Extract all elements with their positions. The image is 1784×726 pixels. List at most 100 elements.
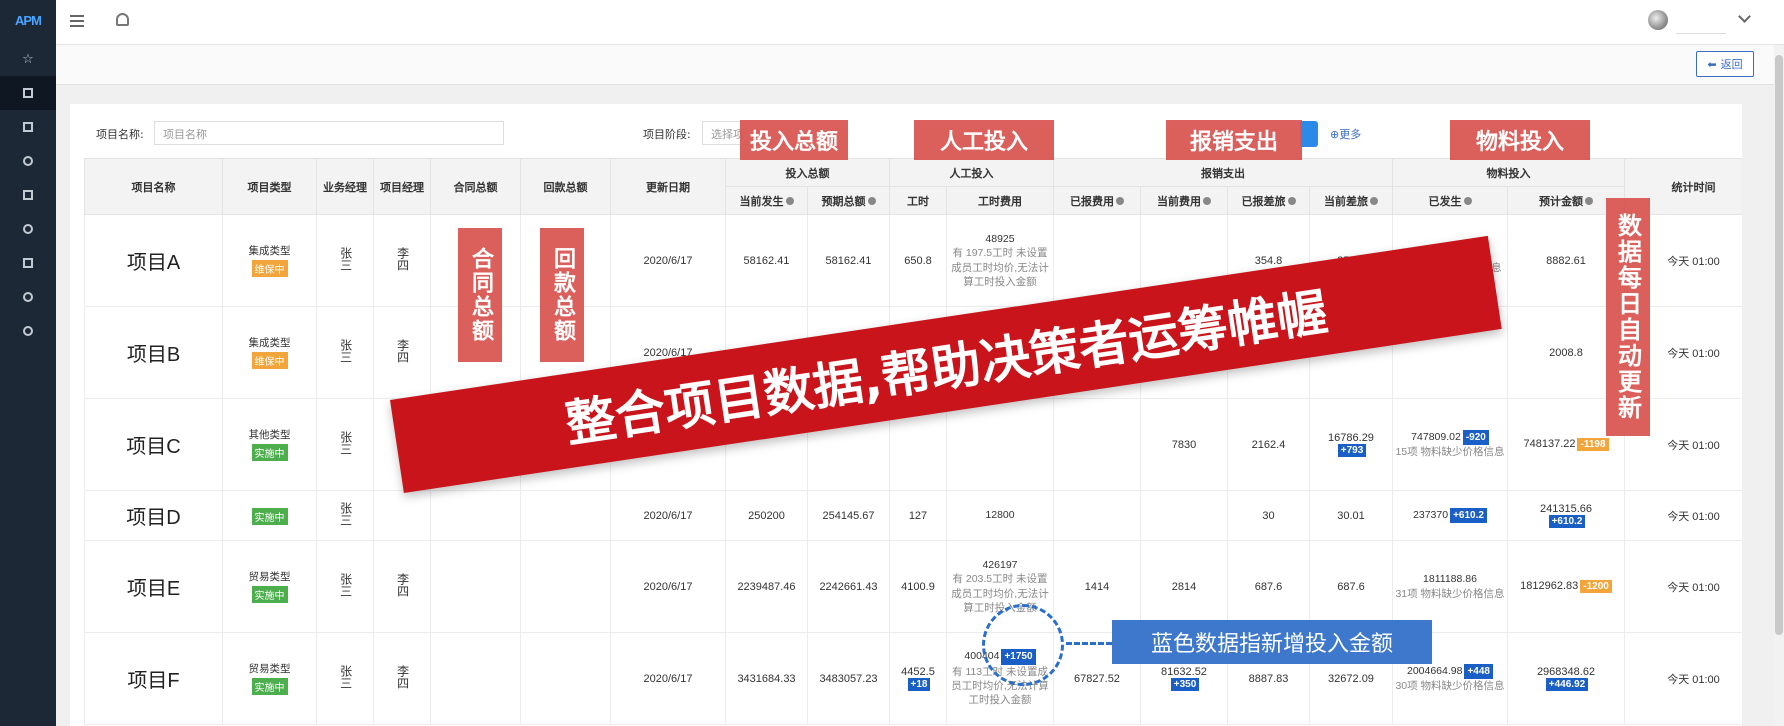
project-name[interactable]: 项目C [126,436,181,458]
cell-pm: 李四 [373,632,431,725]
delta-badge: +448 [1464,663,1493,680]
sidebar-item-briefcase[interactable] [0,110,56,144]
sidebar-item-desktop[interactable] [0,246,56,280]
sidebar-item-cart[interactable] [0,178,56,212]
sidebar-item-favorites[interactable]: ☆ [0,42,56,76]
col-cur-travel[interactable]: 当前差旅 [1309,186,1393,215]
cell-type: 集成类型 维保中 [222,306,317,399]
sidebar-item-projects[interactable] [0,76,56,110]
cell-expected: 254145.67 [807,490,890,541]
cell-est: 2968348.62 +446.92 [1507,632,1625,725]
col-name[interactable]: 项目名称 [84,158,223,215]
col-proj-manager[interactable]: 项目经理 [373,158,431,215]
cell-pm: 李四 [373,214,431,307]
cell-cur-travel: 16786.29 +793 [1309,398,1393,491]
sidebar-item-chat[interactable] [0,314,56,348]
cell-hours: 4100.9 [889,540,947,633]
cell-date: 2020/6/17 [610,490,726,541]
cell-cur-cost: 2814 [1140,540,1228,633]
sub-toolbar: ⬅ 返回 [56,45,1784,85]
cell-date: 2020/6/17 [610,540,726,633]
cell-contract [430,490,521,541]
annotation-auto-update: 数据每日自动更新 [1606,198,1650,436]
cell-type: 实施中 [222,490,317,541]
cell-hour-cost: 12800 [946,490,1054,541]
project-name[interactable]: 项目E [126,578,181,600]
star-icon: ☆ [22,51,34,67]
cell-pm: 李四 [373,306,431,399]
table-row[interactable]: 项目F 贸易类型 实施中 张三 李四 2020/6/17 3431684.33 3483057… [84,632,1742,725]
cell-biz: 张三 [316,398,374,491]
col-hours[interactable]: 工时 [889,186,947,215]
delta-badge: +610.2 [1548,515,1586,528]
cell-occurred: 1811188.86 31项 物料缺少价格信息 [1392,540,1508,633]
gear-icon [23,292,33,302]
delta-badge: -1198 [1577,438,1609,451]
delta-badge: +446.92 [1545,678,1589,691]
col-contract[interactable]: 合同总额 [430,158,521,215]
plus-circle-icon: ⊕ [1330,128,1340,141]
col-payback[interactable]: 回款总额 [520,158,611,215]
project-name[interactable]: 项目D [126,507,181,529]
page-scrollbar[interactable] [1774,45,1784,726]
col-hour-cost[interactable]: 工时费用 [946,186,1054,215]
info-icon [867,196,876,205]
cell-cur: 58162.41 [725,214,808,307]
info-icon [1370,196,1378,205]
filter-stage-label: 项目阶段: [643,128,691,141]
cell-type: 集成类型 维保中 [222,214,317,307]
table-row[interactable]: 项目E 贸易类型 实施中 张三 李四 2020/6/17 2239487.46 2242661… [84,540,1742,633]
project-name-input[interactable]: 项目名称 [154,121,504,145]
menu-icon[interactable] [70,15,84,27]
cell-occurred: 747809.02 -920 15项 物料缺少价格信息 [1392,398,1508,491]
briefcase-icon [23,122,33,132]
cell-expected: 58162.41 [807,214,890,307]
info-icon [1287,196,1296,205]
sidebar-item-settings[interactable] [0,280,56,314]
cell-name: 项目C [84,398,223,491]
cell-est: 241315.66 +610.2 [1507,490,1625,541]
callout-line [1066,642,1112,645]
status-badge: 实施中 [251,444,288,462]
col-reported-cost[interactable]: 已报费用 [1053,186,1141,215]
cell-name: 项目D [84,490,223,541]
app-logo: APM [15,12,42,28]
project-name[interactable]: 项目F [127,670,180,692]
col-cur-cost[interactable]: 当前费用 [1140,186,1228,215]
avatar[interactable] [1648,10,1668,30]
col-update-date[interactable]: 更新日期 [610,158,726,215]
bell-icon[interactable] [116,13,129,26]
cell-expected: 3483057.23 [807,632,890,725]
sidebar-item-database[interactable] [0,212,56,246]
cell-rep-cost: 1414 [1053,540,1141,633]
cell-hours: 4452.5 +18 [889,632,947,725]
more-filters-link[interactable]: ⊕更多 [1330,126,1361,142]
chevron-down-icon[interactable] [1738,10,1751,23]
cell-rep-travel: 30 [1227,490,1310,541]
username[interactable] [1676,10,1726,34]
cell-hours: 650.8 [889,214,947,307]
cell-stat: 今天 01:00 [1624,540,1742,633]
cell-pm [373,490,431,541]
project-name[interactable]: 项目B [126,344,181,366]
monitor-icon [23,88,33,98]
delta-badge: +18 [907,678,931,691]
col-biz-manager[interactable]: 业务经理 [316,158,374,215]
group-reimburse: 报销支出 [1053,158,1393,187]
project-name[interactable]: 项目A [126,252,181,274]
col-occurred[interactable]: 已发生 [1392,186,1508,215]
search-button[interactable] [1300,121,1318,147]
cell-date: 2020/6/17 [610,214,726,307]
cell-contract [430,632,521,725]
table-row[interactable]: 项目D 实施中 张三 2020/6/17 250200 254145.67 127 12800… [84,490,1742,541]
info-icon [1116,196,1124,205]
col-cur-occur[interactable]: 当前发生 [725,186,808,215]
col-reported-travel[interactable]: 已报差旅 [1227,186,1310,215]
cell-name: 项目B [84,306,223,399]
col-expected-total[interactable]: 预期总额 [807,186,890,215]
sidebar-item-users[interactable] [0,144,56,178]
cell-biz: 张三 [316,490,374,541]
col-type[interactable]: 项目类型 [222,158,317,215]
scrollbar-thumb[interactable] [1775,55,1783,635]
back-button[interactable]: ⬅ 返回 [1696,51,1754,77]
